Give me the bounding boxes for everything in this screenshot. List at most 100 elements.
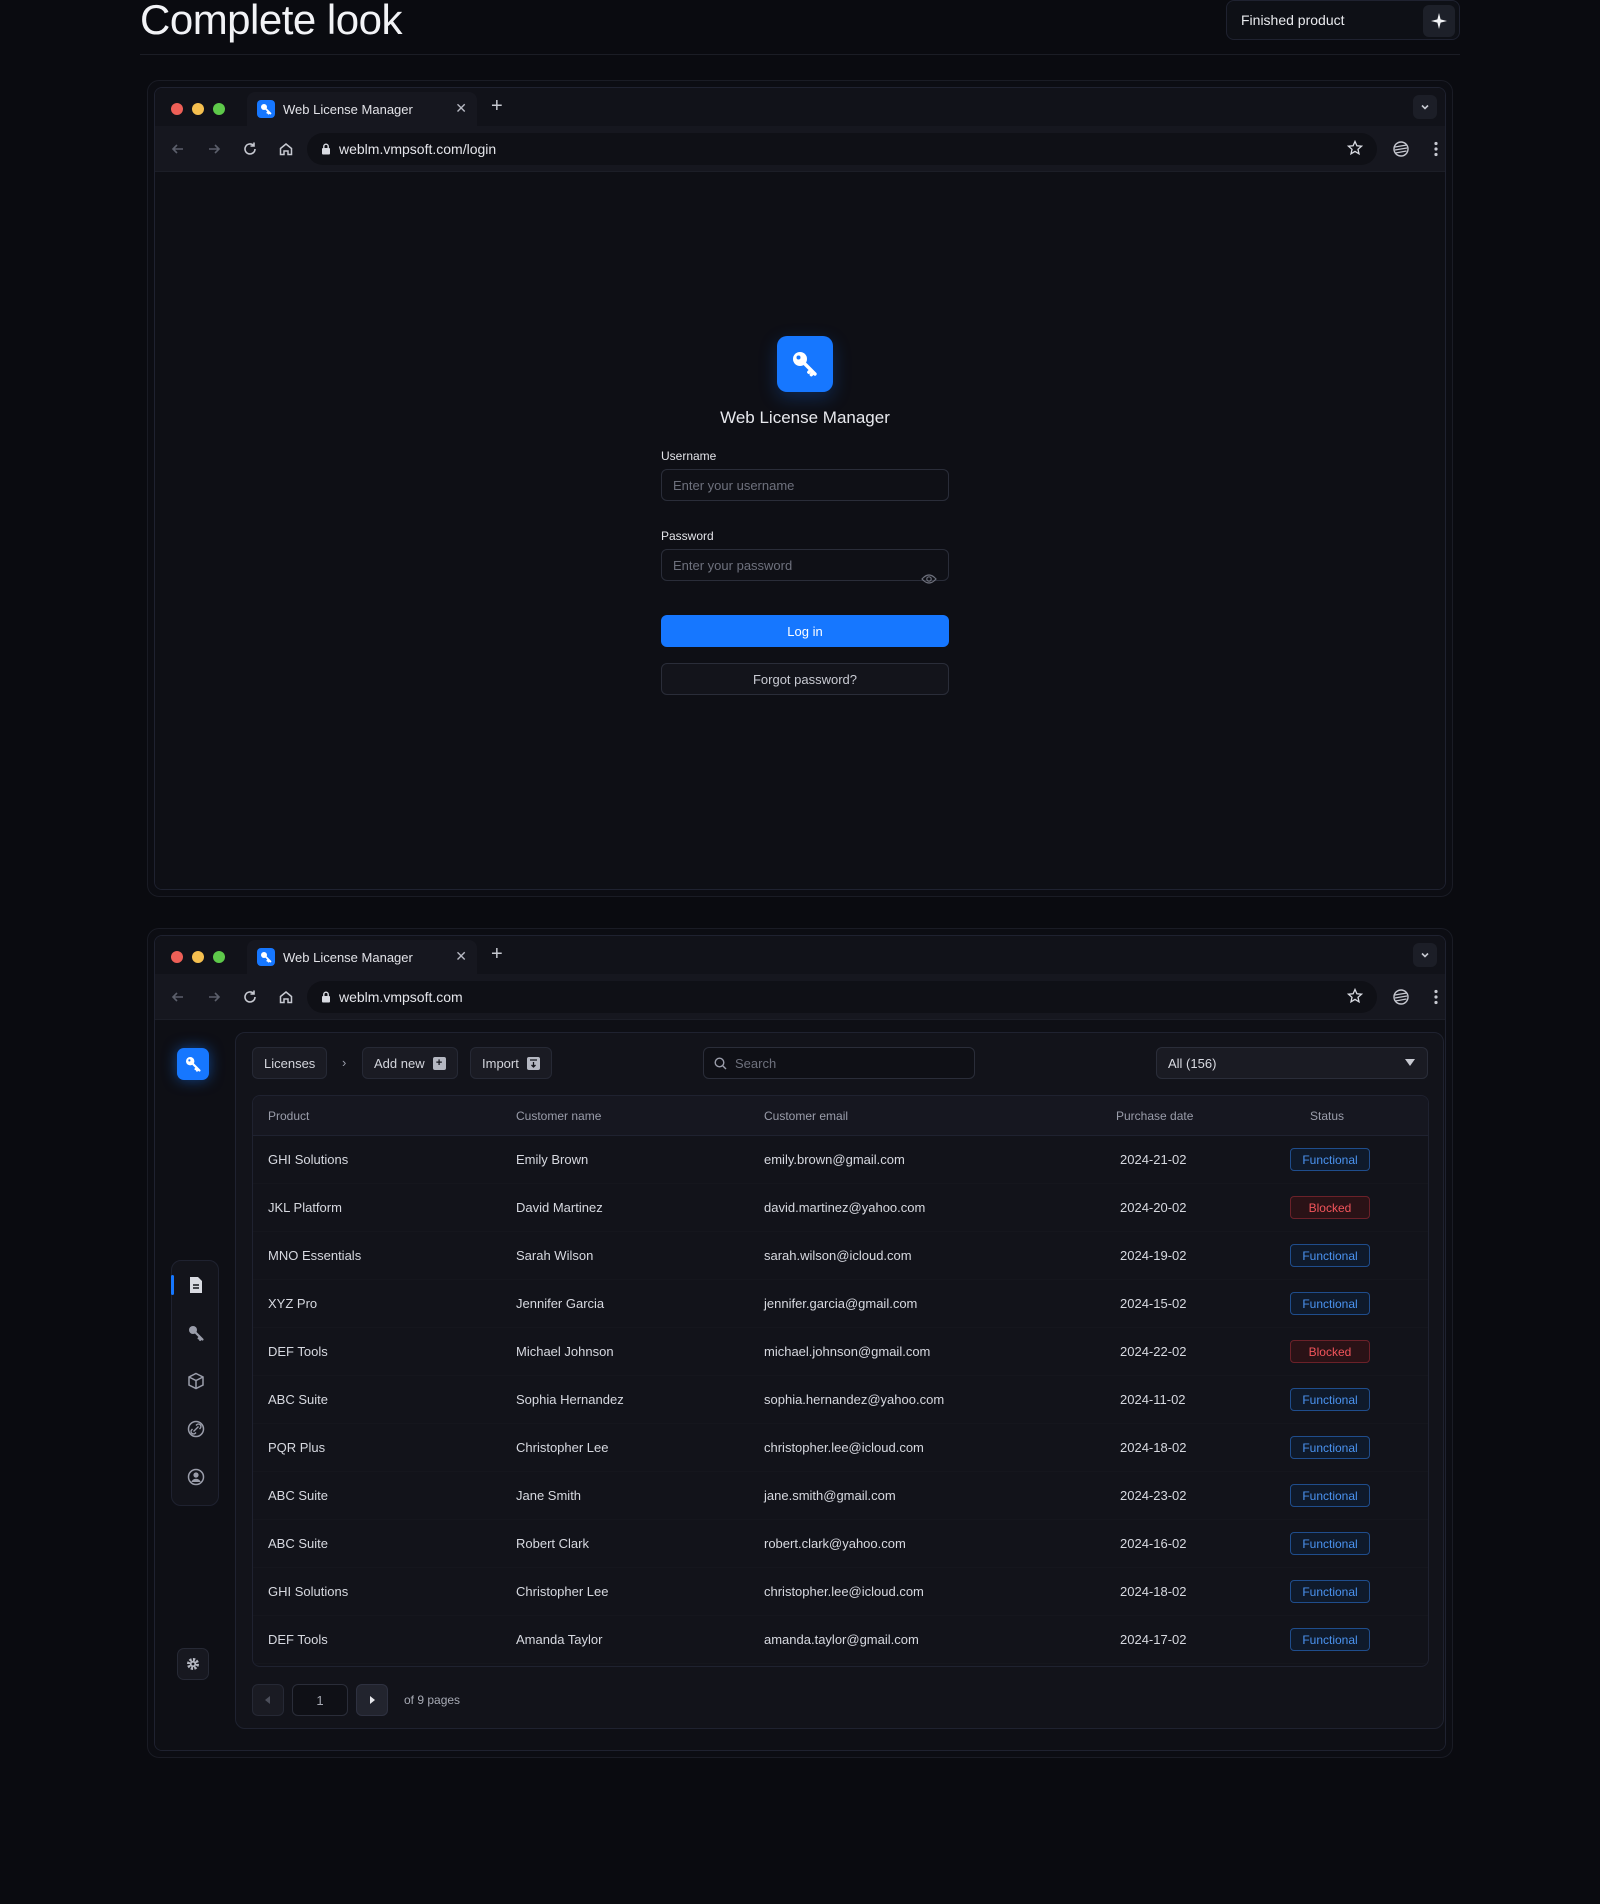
licenses-page: Licenses › Add new + Import Search All (…: [155, 1020, 1445, 1750]
extension-icon[interactable]: [1392, 140, 1410, 158]
column-status[interactable]: Status: [1310, 1109, 1344, 1123]
lock-icon: [321, 143, 331, 155]
previous-page-button[interactable]: [252, 1684, 284, 1716]
more-menu-icon[interactable]: [1427, 988, 1445, 1006]
home-icon[interactable]: [277, 140, 295, 158]
status-filter-select[interactable]: All (156): [1156, 1047, 1428, 1079]
customer-email-cell: sophia.hernandez@yahoo.com: [764, 1392, 945, 1407]
sidebar-nav: [171, 1260, 219, 1506]
close-tab-icon[interactable]: ✕: [455, 100, 467, 117]
home-icon[interactable]: [277, 988, 295, 1006]
product-cell: ABC Suite: [268, 1488, 328, 1503]
new-tab-icon[interactable]: +: [491, 944, 503, 964]
app-logo-key-icon[interactable]: [177, 1048, 209, 1080]
address-bar[interactable]: weblm.vmpsoft.com/login: [307, 133, 1377, 165]
status-badge: Functional: [1290, 1580, 1370, 1603]
table-row[interactable]: ABC Suite Robert Clark robert.clark@yahoo.…: [253, 1520, 1428, 1568]
link-icon[interactable]: [184, 1417, 208, 1441]
chevron-down-icon[interactable]: [1413, 943, 1437, 967]
customer-email-cell: robert.clark@yahoo.com: [764, 1536, 906, 1551]
browser-tab[interactable]: Web License Manager ✕: [247, 92, 477, 126]
customer-name-cell: Emily Brown: [516, 1152, 589, 1167]
gear-icon[interactable]: [177, 1648, 209, 1680]
table-header: Product Customer name Customer email Pur…: [253, 1096, 1428, 1136]
column-purchase-date[interactable]: Purchase date: [1116, 1109, 1193, 1123]
login-browser-window: Web License Manager ✕ + weblm.vmpsoft.co…: [154, 87, 1446, 890]
table-row[interactable]: MNO Essentials Sarah Wilson sarah.wilson@i…: [253, 1232, 1428, 1280]
show-password-eye-icon[interactable]: [921, 572, 937, 590]
active-indicator: [171, 1275, 174, 1295]
url-text: weblm.vmpsoft.com/login: [339, 141, 497, 157]
login-button[interactable]: Log in: [661, 615, 949, 647]
product-cell: ABC Suite: [268, 1536, 328, 1551]
address-bar[interactable]: weblm.vmpsoft.com: [307, 981, 1377, 1013]
caret-down-icon: [1405, 1059, 1415, 1066]
forgot-password-button[interactable]: Forgot password?: [661, 663, 949, 695]
login-browser-frame: Web License Manager ✕ + weblm.vmpsoft.co…: [147, 80, 1453, 897]
close-window-dot[interactable]: [171, 951, 183, 963]
star-bookmark-icon[interactable]: [1346, 139, 1364, 159]
minimize-window-dot[interactable]: [192, 103, 204, 115]
search-input[interactable]: Search: [703, 1047, 975, 1079]
product-cell: GHI Solutions: [268, 1152, 349, 1167]
table-row[interactable]: ABC Suite Sophia Hernandez sophia.hernande…: [253, 1376, 1428, 1424]
import-button[interactable]: Import: [470, 1047, 552, 1079]
user-icon[interactable]: [184, 1465, 208, 1489]
browser-tab[interactable]: Web License Manager ✕: [247, 940, 477, 974]
product-cell: XYZ Pro: [268, 1296, 318, 1311]
table-row[interactable]: ABC Suite Jane Smith jane.smith@gmail.com 2…: [253, 1472, 1428, 1520]
sparkle-icon[interactable]: [1423, 5, 1455, 37]
search-icon: [714, 1056, 727, 1070]
close-tab-icon[interactable]: ✕: [455, 948, 467, 965]
table-row[interactable]: DEF Tools Amanda Taylor amanda.taylor@gmai…: [253, 1616, 1428, 1664]
back-arrow-icon[interactable]: [169, 140, 187, 158]
reload-icon[interactable]: [241, 988, 259, 1006]
column-customer-name[interactable]: Customer name: [516, 1109, 601, 1123]
star-bookmark-icon[interactable]: [1346, 987, 1364, 1007]
username-input[interactable]: [661, 469, 949, 501]
customer-name-cell: Robert Clark: [516, 1536, 589, 1551]
back-arrow-icon[interactable]: [169, 988, 187, 1006]
filter-value: All (156): [1168, 1055, 1217, 1071]
maximize-window-dot[interactable]: [213, 103, 225, 115]
close-window-dot[interactable]: [171, 103, 183, 115]
total-pages-label: of 9 pages: [404, 1693, 461, 1707]
product-cell: PQR Plus: [268, 1440, 326, 1455]
key-icon[interactable]: [184, 1321, 208, 1345]
page-number-input[interactable]: [292, 1684, 348, 1716]
column-product[interactable]: Product: [268, 1109, 309, 1123]
product-cell: GHI Solutions: [268, 1584, 349, 1599]
chevron-down-icon[interactable]: [1413, 95, 1437, 119]
forward-arrow-icon[interactable]: [205, 988, 223, 1006]
finished-product-badge[interactable]: Finished product: [1226, 0, 1460, 40]
customer-email-cell: jane.smith@gmail.com: [764, 1488, 896, 1503]
password-input[interactable]: [661, 549, 949, 581]
new-tab-icon[interactable]: +: [491, 96, 503, 116]
product-cell: ABC Suite: [268, 1392, 328, 1407]
url-text: weblm.vmpsoft.com: [339, 989, 463, 1005]
browser-toolbar: weblm.vmpsoft.com: [155, 974, 1445, 1020]
table-row[interactable]: GHI Solutions Emily Brown emily.brown@gmai…: [253, 1136, 1428, 1184]
purchase-date-cell: 2024-22-02: [1120, 1344, 1187, 1359]
more-menu-icon[interactable]: [1427, 140, 1445, 158]
next-page-button[interactable]: [356, 1684, 388, 1716]
tab-bar: Web License Manager ✕ +: [155, 936, 1445, 974]
table-row[interactable]: DEF Tools Michael Johnson michael.johnson@…: [253, 1328, 1428, 1376]
extension-icon[interactable]: [1392, 988, 1410, 1006]
column-customer-email[interactable]: Customer email: [764, 1109, 848, 1123]
purchase-date-cell: 2024-21-02: [1120, 1152, 1187, 1167]
minimize-window-dot[interactable]: [192, 951, 204, 963]
add-new-button[interactable]: Add new +: [362, 1047, 458, 1079]
table-row[interactable]: GHI Solutions Christopher Lee christopher.…: [253, 1568, 1428, 1616]
table-row[interactable]: PQR Plus Christopher Lee christopher.lee@i…: [253, 1424, 1428, 1472]
table-row[interactable]: JKL Platform David Martinez david.martinez…: [253, 1184, 1428, 1232]
table-row[interactable]: XYZ Pro Jennifer Garcia jennifer.garcia@gm…: [253, 1280, 1428, 1328]
document-icon[interactable]: [184, 1273, 208, 1297]
licenses-table: Product Customer name Customer email Pur…: [252, 1095, 1429, 1667]
reload-icon[interactable]: [241, 140, 259, 158]
breadcrumb-licenses[interactable]: Licenses: [252, 1047, 328, 1079]
maximize-window-dot[interactable]: [213, 951, 225, 963]
forward-arrow-icon[interactable]: [205, 140, 223, 158]
customer-name-cell: Jane Smith: [516, 1488, 582, 1503]
box-icon[interactable]: [184, 1369, 208, 1393]
